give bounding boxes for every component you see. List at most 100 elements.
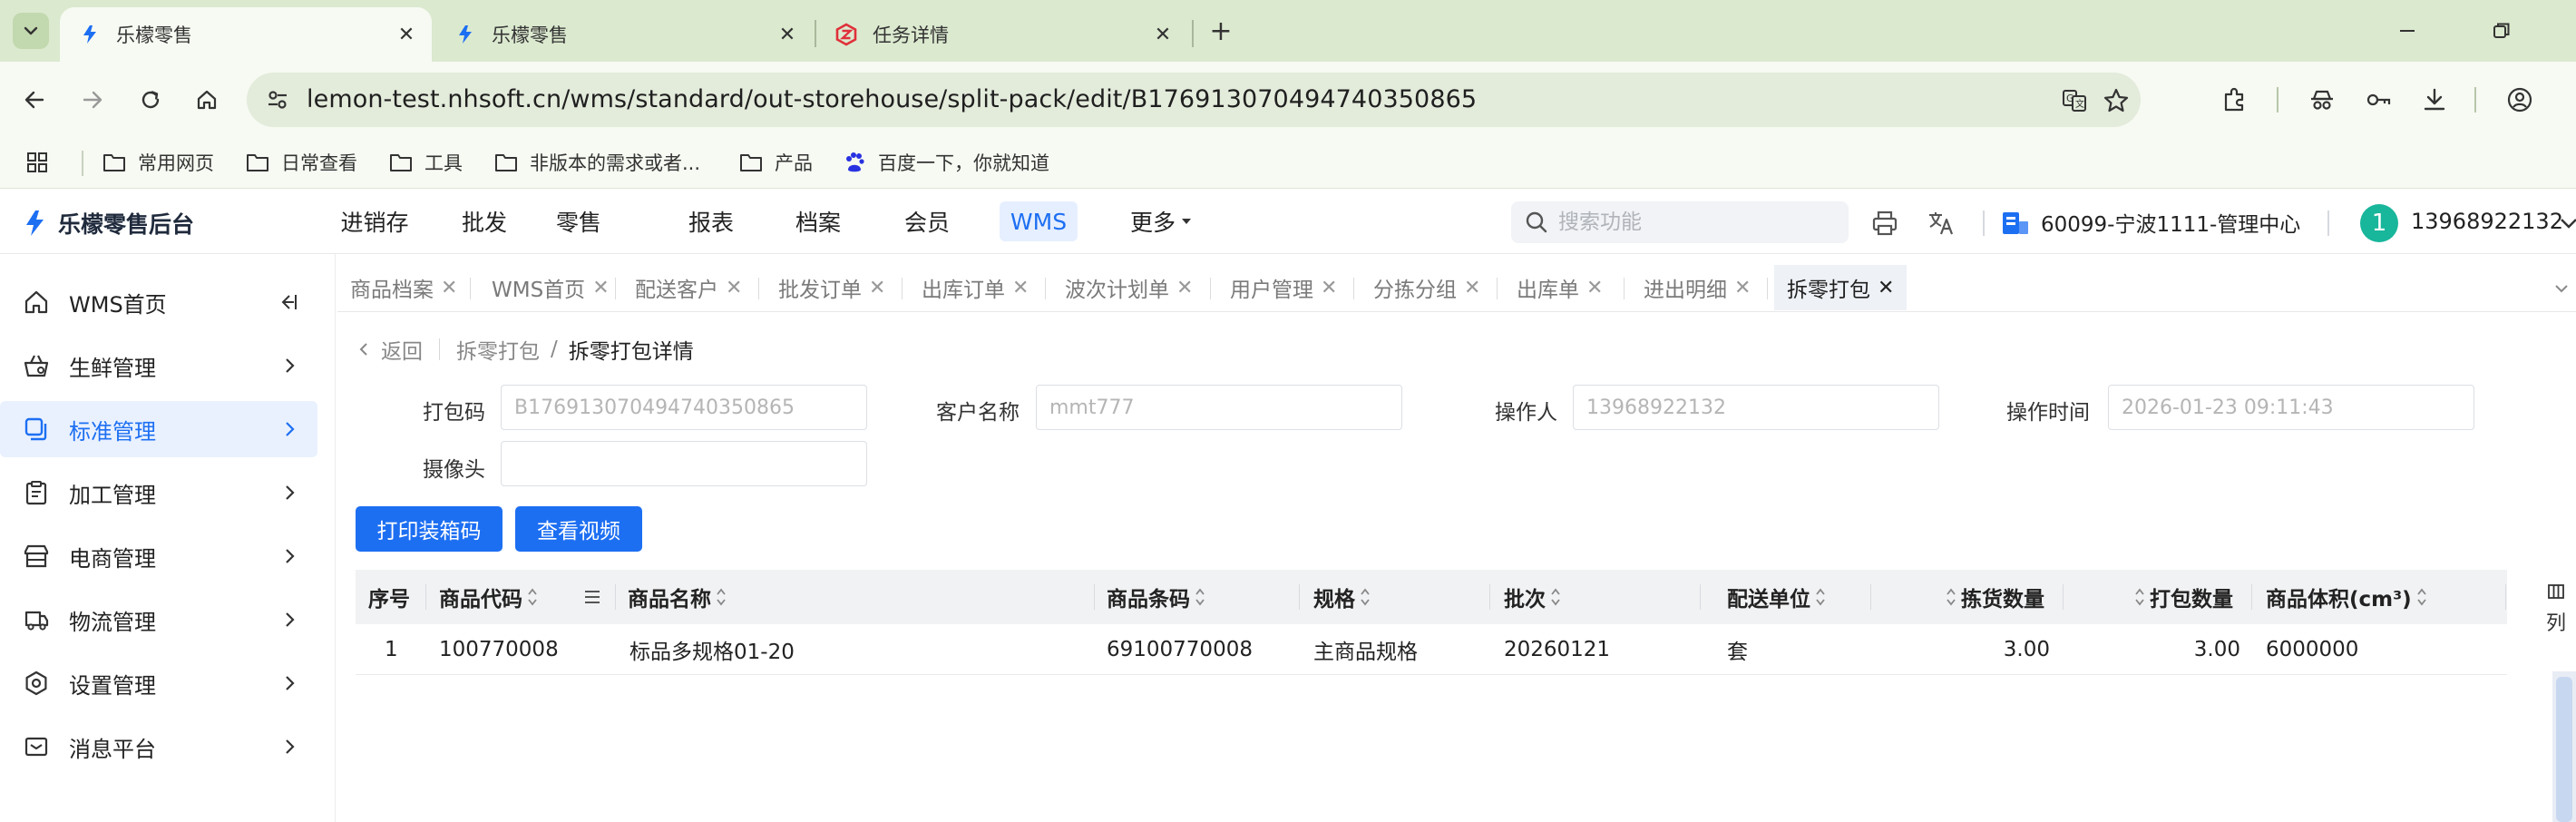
close-icon[interactable]: ✕: [726, 277, 742, 299]
sidebar-item-ecommerce[interactable]: 电商管理: [0, 528, 317, 584]
sidebar-item-settings[interactable]: 设置管理: [0, 655, 317, 711]
function-search-input[interactable]: [1558, 207, 1830, 238]
col-header-spec[interactable]: 规格: [1313, 570, 1371, 624]
restore-button[interactable]: [2483, 13, 2520, 49]
tab-wholesale-order[interactable]: 批发订单 ✕: [766, 265, 898, 310]
tab-outbound-note[interactable]: 出库单 ✕: [1504, 265, 1615, 310]
nav-retail[interactable]: 零售: [542, 201, 615, 241]
download-icon[interactable]: [2416, 82, 2453, 118]
chevron-down-icon[interactable]: [2547, 274, 2576, 303]
sort-icon[interactable]: [526, 587, 539, 607]
tab-product-archive[interactable]: 商品档案 ✕: [337, 265, 470, 310]
browser-tab-2[interactable]: 乐檬零售 ✕: [435, 7, 813, 62]
address-bar[interactable]: lemon-test.nhsoft.cn/wms/standard/out-st…: [247, 73, 2141, 127]
sidebar-item-wms-home[interactable]: WMS首页: [0, 274, 317, 330]
column-resizer[interactable]: [1094, 584, 1095, 610]
app-logo[interactable]: 乐檬零售后台: [20, 207, 194, 240]
tab-outbound-order[interactable]: 出库订单 ✕: [909, 265, 1041, 310]
extensions-icon[interactable]: [2217, 82, 2253, 118]
site-info-icon[interactable]: [261, 83, 294, 116]
password-key-icon[interactable]: [2360, 82, 2396, 118]
close-icon[interactable]: ✕: [592, 277, 609, 299]
browser-tab-3[interactable]: 任务详情 ✕: [816, 7, 1188, 62]
tab-user-management[interactable]: 用户管理 ✕: [1217, 265, 1350, 310]
printer-icon[interactable]: [1867, 205, 1903, 241]
back-arrow-icon[interactable]: [16, 82, 53, 118]
bookmark-star-icon[interactable]: [2101, 85, 2132, 116]
sidebar-item-messages[interactable]: 消息平台: [0, 719, 317, 775]
col-header-picked-qty[interactable]: 拣货数量: [1945, 570, 2044, 624]
sidebar-item-standard[interactable]: 标准管理: [0, 401, 317, 457]
url-text[interactable]: lemon-test.nhsoft.cn/wms/standard/out-st…: [307, 85, 1477, 113]
customer-field[interactable]: mmt777: [1036, 385, 1402, 430]
incognito-icon[interactable]: [2304, 82, 2340, 118]
close-icon[interactable]: ✕: [441, 277, 457, 299]
function-search[interactable]: [1511, 201, 1849, 243]
col-header-batch[interactable]: 批次: [1504, 570, 1562, 624]
tab-inout-detail[interactable]: 进出明细 ✕: [1631, 265, 1763, 310]
close-icon[interactable]: ✕: [1176, 277, 1193, 299]
language-icon[interactable]: [1923, 205, 1959, 241]
column-resizer[interactable]: [615, 584, 616, 610]
column-resizer[interactable]: [425, 584, 426, 610]
nav-wholesale[interactable]: 批发: [448, 201, 521, 241]
sort-icon[interactable]: [715, 587, 727, 607]
view-video-button[interactable]: 查看视频: [515, 506, 642, 552]
tab-sorting-group[interactable]: 分拣分组 ✕: [1361, 265, 1493, 310]
column-resizer[interactable]: [1489, 584, 1490, 610]
col-header-name[interactable]: 商品名称: [628, 570, 727, 624]
bookmark-folder-product[interactable]: 产品: [738, 147, 813, 178]
column-resizer[interactable]: [1299, 584, 1300, 610]
pack-code-field[interactable]: B176913070494740350865: [501, 385, 867, 430]
column-resizer[interactable]: [2251, 584, 2252, 610]
close-icon[interactable]: ✕: [394, 22, 419, 47]
tab-search-button[interactable]: [13, 13, 49, 49]
sidebar-item-fresh[interactable]: 生鲜管理: [0, 338, 317, 394]
column-resizer[interactable]: [1870, 584, 1871, 610]
sort-icon[interactable]: [1359, 587, 1371, 607]
apps-grid-icon[interactable]: [25, 147, 49, 178]
close-icon[interactable]: ✕: [869, 277, 885, 299]
sort-icon[interactable]: [1814, 587, 1827, 607]
print-box-code-button[interactable]: 打印装箱码: [356, 506, 503, 552]
nav-members[interactable]: 会员: [891, 201, 963, 241]
col-header-barcode[interactable]: 商品条码: [1107, 570, 1206, 624]
nav-inventory[interactable]: 进销存: [325, 201, 424, 241]
bookmark-baidu[interactable]: 百度一下，你就知道: [842, 147, 1049, 178]
store-selector[interactable]: 60099-宁波1111-管理中心: [2001, 207, 2300, 238]
collapse-sidebar-icon[interactable]: [278, 290, 301, 314]
translate-icon[interactable]: G文: [2059, 85, 2090, 116]
table-row[interactable]: 1 100770008 标品多规格01-20 69100770008 主商品规格…: [356, 624, 2507, 675]
col-header-delivery-unit[interactable]: 配送单位: [1727, 570, 1827, 624]
minimize-button[interactable]: [2389, 13, 2425, 49]
home-icon[interactable]: [189, 82, 225, 118]
column-resizer[interactable]: [2505, 584, 2506, 610]
camera-field[interactable]: [501, 441, 867, 486]
op-time-field[interactable]: 2026-01-23 09:11:43: [2108, 385, 2474, 430]
tab-wave-plan[interactable]: 波次计划单 ✕: [1052, 265, 1205, 310]
bookmark-folder-tools[interactable]: 工具: [388, 147, 463, 178]
menu-lines-icon[interactable]: [582, 588, 602, 606]
column-resizer[interactable]: [1700, 584, 1701, 610]
sort-icon[interactable]: [1945, 587, 1957, 607]
close-icon[interactable]: ✕: [1150, 22, 1176, 47]
browser-tab-1[interactable]: 乐檬零售 ✕: [60, 7, 432, 62]
bookmark-folder-requirements[interactable]: 非版本的需求或者...: [493, 147, 700, 178]
close-icon[interactable]: ✕: [1321, 277, 1337, 299]
bookmark-folder-common[interactable]: 常用网页: [102, 147, 214, 178]
scrollbar-thumb[interactable]: [2556, 677, 2572, 822]
bookmark-folder-daily[interactable]: 日常查看: [245, 147, 357, 178]
tab-split-pack[interactable]: 拆零打包 ✕: [1774, 265, 1908, 310]
column-resizer[interactable]: [2063, 584, 2064, 610]
avatar[interactable]: 1: [2360, 204, 2398, 242]
username[interactable]: 13968922132: [2411, 209, 2563, 234]
nav-wms[interactable]: WMS: [1000, 201, 1078, 241]
close-icon[interactable]: ✕: [1878, 277, 1894, 299]
new-tab-button[interactable]: +: [1203, 13, 1239, 49]
close-icon[interactable]: ✕: [1734, 277, 1751, 299]
breadcrumb-parent[interactable]: 拆零打包: [456, 334, 540, 365]
col-header-code[interactable]: 商品代码: [439, 570, 539, 624]
chevron-down-icon[interactable]: [2558, 212, 2576, 234]
profile-icon[interactable]: [2502, 82, 2538, 118]
sort-icon[interactable]: [1549, 587, 1562, 607]
